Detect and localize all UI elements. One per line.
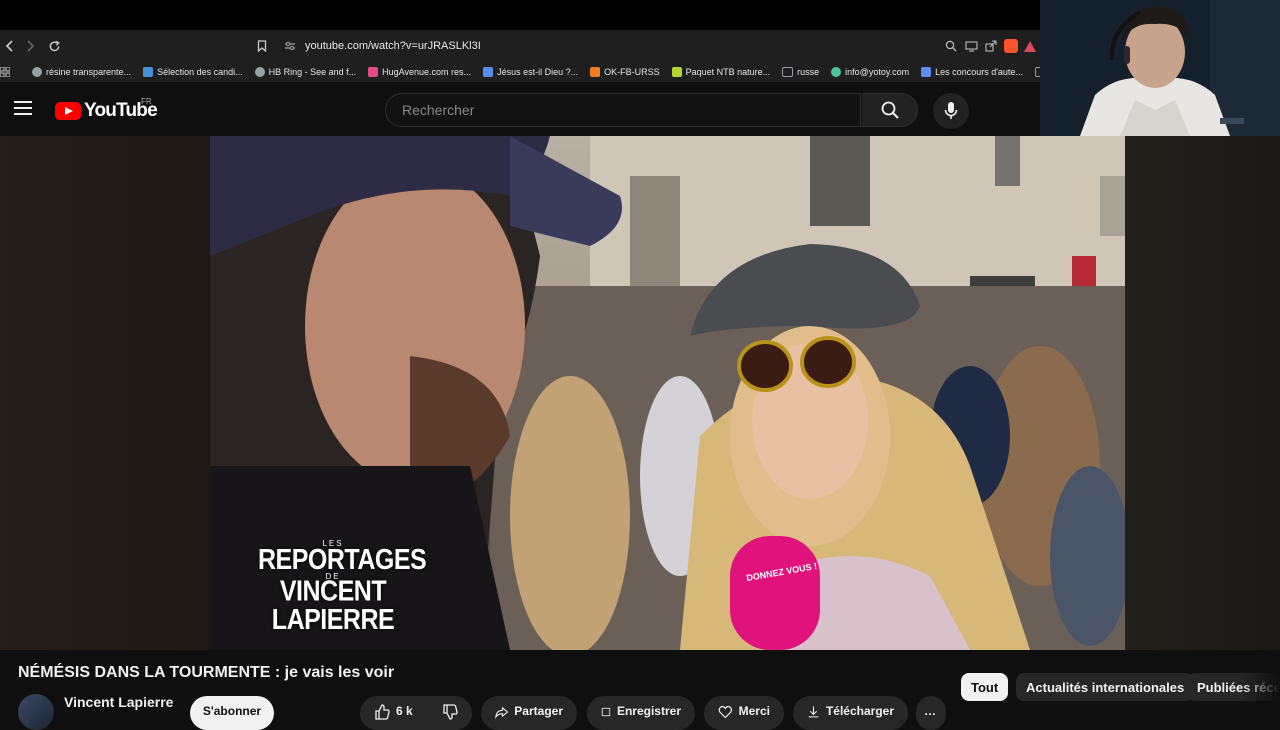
site-settings-icon[interactable] bbox=[283, 39, 297, 53]
brave-shield-icon[interactable] bbox=[1004, 39, 1018, 53]
bookmark-item[interactable]: HugAvenue.com res... bbox=[368, 67, 471, 77]
dislike-button[interactable] bbox=[434, 696, 472, 730]
chips-fade bbox=[1240, 668, 1280, 706]
download-button[interactable]: Télécharger bbox=[793, 696, 908, 730]
like-count: 6 k bbox=[396, 704, 413, 718]
share-label: Partager bbox=[514, 704, 563, 718]
share-button[interactable]: Partager bbox=[481, 696, 577, 730]
mail-icon bbox=[831, 67, 842, 77]
globe-icon bbox=[32, 67, 42, 77]
heart-icon bbox=[368, 67, 379, 77]
bookmark-item[interactable]: résine transparente... bbox=[32, 67, 131, 77]
microphone-icon bbox=[944, 102, 958, 119]
bookmark-icon[interactable] bbox=[255, 39, 269, 53]
menu-icon[interactable] bbox=[14, 101, 32, 115]
channel-watermark: LES REPORTAGES DE VINCENT LAPIERRE bbox=[258, 540, 427, 635]
globe-icon bbox=[254, 67, 265, 77]
search-button[interactable] bbox=[862, 93, 918, 127]
apps-grid-icon[interactable] bbox=[0, 67, 10, 77]
brave-rewards-icon[interactable] bbox=[1024, 40, 1036, 52]
watermark-title: VINCENT LAPIERRE bbox=[271, 574, 395, 636]
thanks-button[interactable]: Merci bbox=[704, 696, 784, 730]
folder-icon bbox=[782, 67, 794, 77]
voice-search-button[interactable] bbox=[933, 93, 969, 129]
save-label: Enregistrer bbox=[616, 704, 681, 718]
save-button[interactable]: Enregistrer bbox=[587, 696, 695, 730]
bookmark-item[interactable]: Paquet NTB nature... bbox=[671, 67, 770, 77]
cast-icon[interactable] bbox=[964, 39, 978, 53]
video-player[interactable]: LES REPORTAGES DE VINCENT LAPIERRE DONNE… bbox=[210, 136, 1125, 650]
leaf-icon bbox=[671, 67, 682, 77]
page-icon bbox=[143, 67, 154, 77]
search-icon bbox=[881, 101, 899, 119]
subscribe-button[interactable]: S'abonner bbox=[190, 696, 274, 730]
heart-dollar-icon bbox=[718, 705, 733, 719]
youtube-header: YouTube FR bbox=[0, 82, 1040, 136]
bookmark-item[interactable]: Jésus est-il Dieu ?... bbox=[483, 67, 578, 77]
top-strip bbox=[0, 0, 1040, 30]
browser-nav-bar: youtube.com/watch?v=urJRASLKl3I bbox=[0, 30, 1040, 62]
blogger-icon bbox=[590, 67, 601, 77]
more-actions-button[interactable]: … bbox=[916, 696, 946, 730]
back-icon[interactable] bbox=[0, 36, 20, 56]
thanks-label: Merci bbox=[738, 704, 770, 718]
channel-avatar[interactable] bbox=[18, 694, 54, 730]
player-background-right bbox=[1125, 136, 1280, 650]
save-icon bbox=[601, 707, 611, 717]
chip-all[interactable]: Tout bbox=[961, 673, 1009, 701]
region-code: FR bbox=[141, 97, 152, 106]
watermark-title: REPORTAGES bbox=[258, 543, 427, 577]
download-icon bbox=[808, 706, 819, 718]
bookmark-item[interactable]: Sélection des candi... bbox=[143, 67, 243, 77]
cross-icon bbox=[483, 67, 494, 77]
bookmark-item[interactable]: russe bbox=[782, 67, 819, 77]
search-box bbox=[385, 93, 861, 127]
play-logo-icon bbox=[55, 102, 81, 120]
webcam-overlay bbox=[1040, 0, 1280, 136]
search-input[interactable] bbox=[400, 101, 860, 119]
more-icon: … bbox=[924, 704, 936, 718]
forward-icon[interactable] bbox=[20, 36, 40, 56]
bookmark-item[interactable]: HB Ring - See and f... bbox=[254, 67, 356, 77]
thumbs-down-icon bbox=[443, 704, 458, 720]
channel-name[interactable]: Vincent Lapierre bbox=[64, 694, 173, 710]
thumbs-up-icon bbox=[375, 704, 390, 720]
address-bar[interactable]: youtube.com/watch?v=urJRASLKl3I bbox=[305, 40, 481, 52]
reload-icon[interactable] bbox=[44, 36, 64, 56]
share-arrow-icon bbox=[495, 706, 509, 719]
streamer-image bbox=[1040, 0, 1280, 136]
chip-international-news[interactable]: Actualités internationales bbox=[1016, 673, 1195, 701]
video-title: NÉMÉSIS DANS LA TOURMENTE : je vais les … bbox=[18, 664, 395, 681]
share-icon[interactable] bbox=[984, 39, 998, 53]
zoom-icon[interactable] bbox=[944, 39, 958, 53]
page-icon bbox=[921, 67, 932, 77]
download-label: Télécharger bbox=[825, 704, 894, 718]
bookmark-item[interactable]: Les concours d'aute... bbox=[921, 67, 1023, 77]
bookmarks-bar: résine transparente... Sélection des can… bbox=[0, 62, 1040, 82]
bookmark-item[interactable]: info@yotoy.com bbox=[831, 67, 909, 77]
bookmark-item[interactable]: OK-FB-URSS bbox=[590, 67, 660, 77]
channel-row: Vincent Lapierre bbox=[18, 694, 173, 730]
